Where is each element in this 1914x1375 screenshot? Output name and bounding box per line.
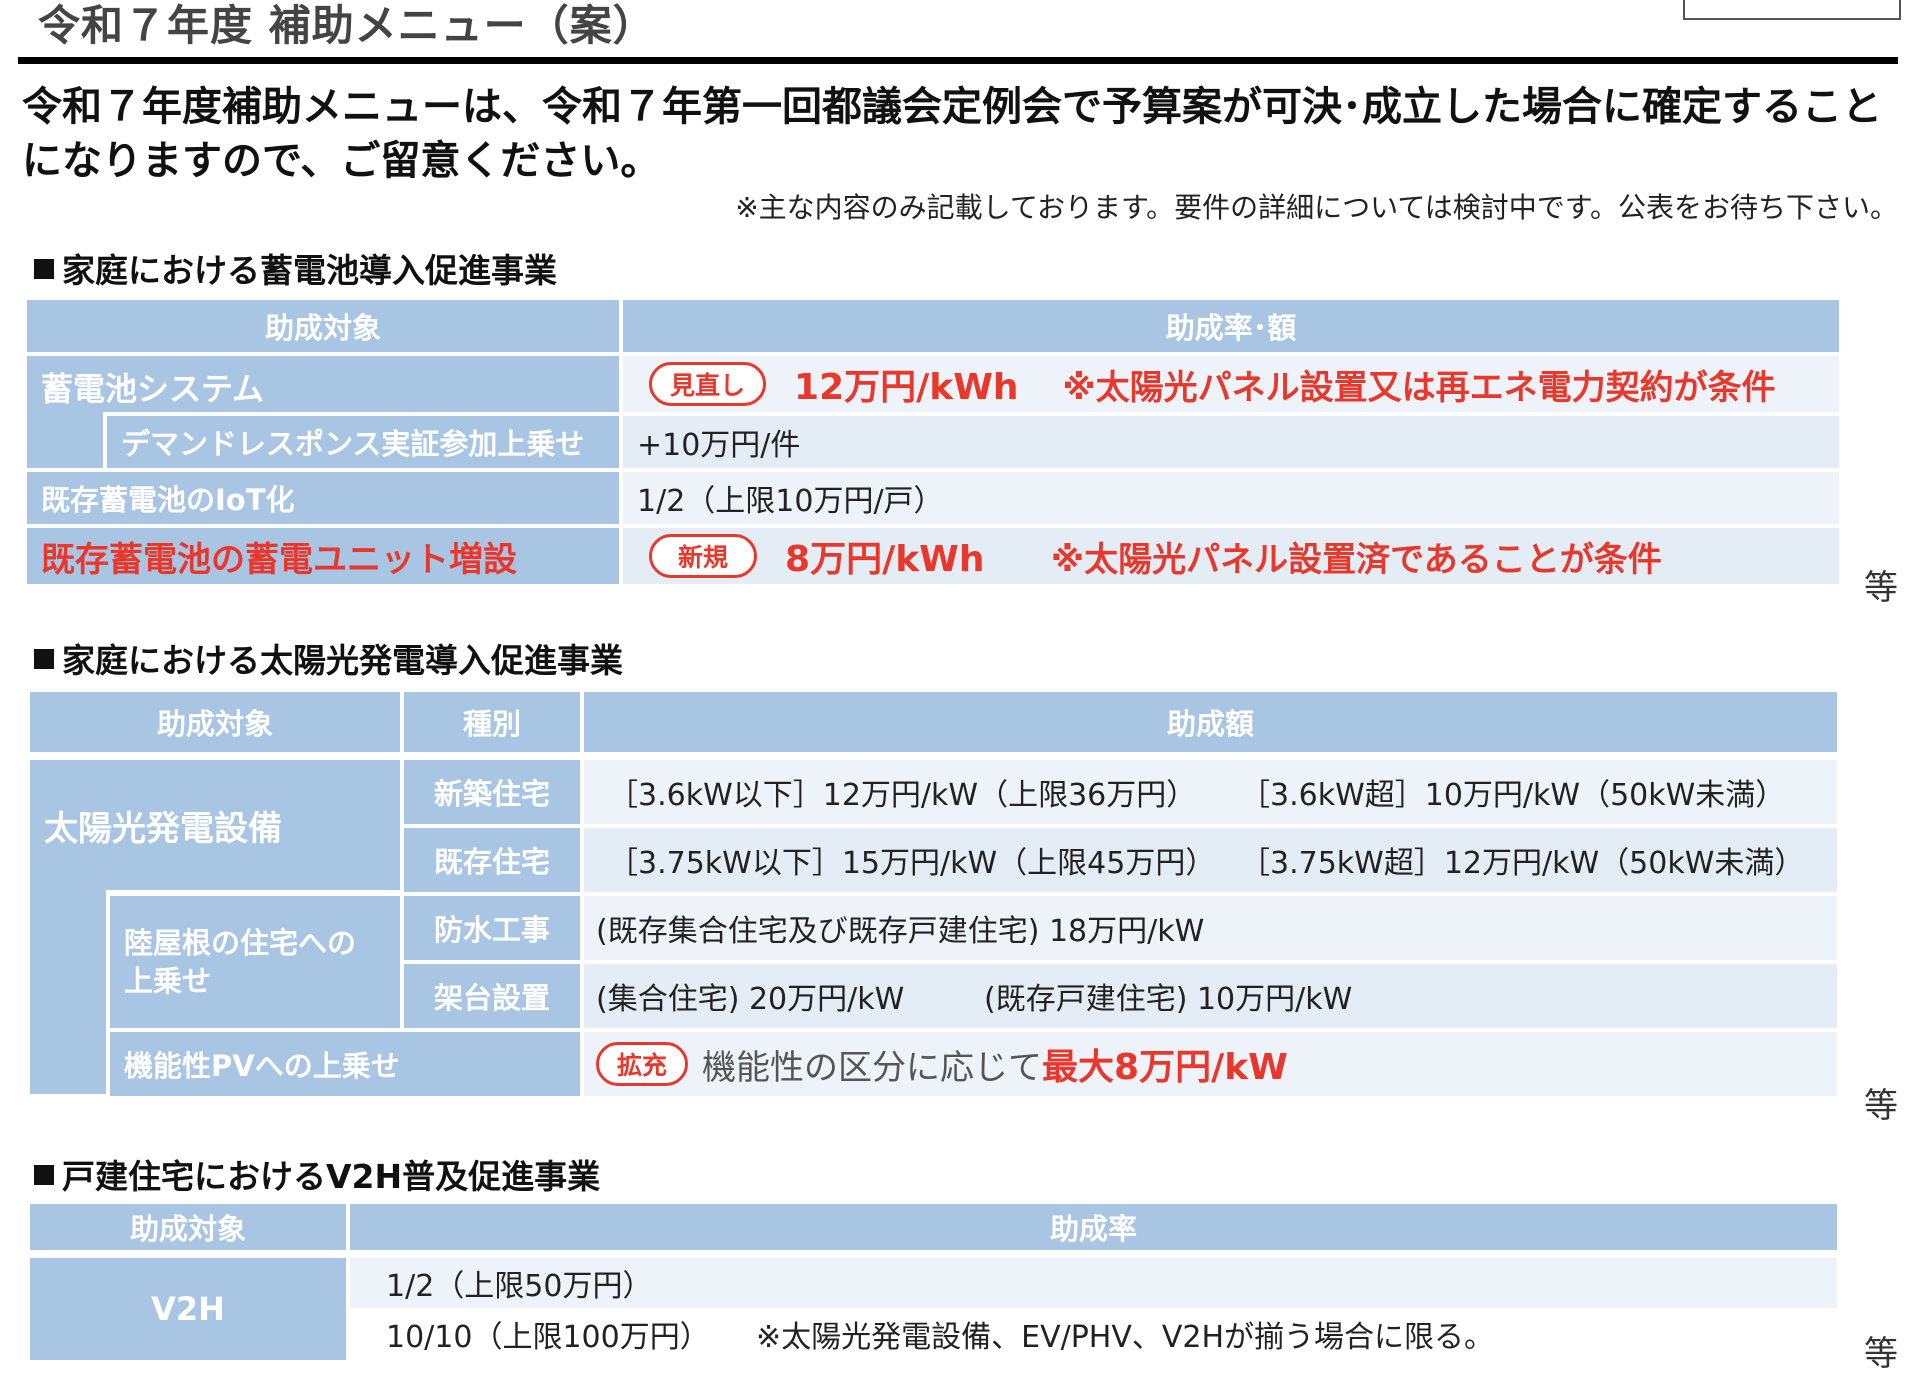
iot-label: 既存蓄電池のIoT化 xyxy=(27,472,619,524)
v2h-condition: ※太陽光発電設備、EV/PHV、V2Hが揃う場合に限る。 xyxy=(756,1320,1495,1355)
header-target: 助成対象 xyxy=(27,300,619,352)
section-title-v2h: 戸建住宅におけるV2H普及促進事業 xyxy=(34,1150,600,1198)
battery-system-label-ext xyxy=(27,412,103,468)
corner-label-box xyxy=(1683,0,1901,20)
v2h-rate-line-2: 10/10（上限100万円） ※太陽光発電設備、EV/PHV、V2Hが揃う場合に… xyxy=(350,1308,1837,1360)
flat-roof-label-line-1: 陸屋根の住宅への xyxy=(124,926,357,960)
new-house-low: ［3.6kW以下］12万円/kW（上限36万円） xyxy=(608,778,1197,813)
unit-expansion-amount: 8万円/kWh xyxy=(785,539,985,580)
functional-pv-value: 拡充 機能性の区分に応じて 最大8万円/kW xyxy=(584,1032,1837,1096)
note-text: ※主な内容のみ記載しております。要件の詳細については検討中です。公表をお待ち下さ… xyxy=(735,191,1898,224)
functional-pv-amount: 最大8万円/kW xyxy=(1042,1047,1288,1088)
type-waterproof: 防水工事 xyxy=(404,896,580,960)
section-title-text: 戸建住宅におけるV2H普及促進事業 xyxy=(62,1157,601,1196)
iot-value: 1/2（上限10万円/戸） xyxy=(623,472,1839,524)
new-house-high: ［3.6kW超］10万円/kW（50kW未満） xyxy=(1240,778,1786,813)
functional-pv-text: 機能性の区分に応じて xyxy=(702,1047,1043,1088)
v2h-rate-line-1: 1/2（上限50万円） xyxy=(350,1258,1837,1308)
header-target: 助成対象 xyxy=(30,1204,346,1250)
battery-system-value: 見直し 12万円/kWh ※太陽光パネル設置又は再エネ電力契約が条件 xyxy=(623,356,1839,412)
solar-main-label: 太陽光発電設備 xyxy=(30,760,400,890)
mount-detached: (既存戸建住宅) 10万円/kW xyxy=(984,982,1353,1017)
battery-system-amount: 12万円/kWh xyxy=(794,367,1019,408)
header-amount: 助成額 xyxy=(584,692,1837,752)
flat-roof-label: 陸屋根の住宅への 上乗せ xyxy=(110,896,400,1028)
unit-expansion-value: 新規 8万円/kWh ※太陽光パネル設置済であることが条件 xyxy=(623,528,1839,584)
battery-system-label: 蓄電池システム xyxy=(27,356,619,412)
new-badge: 新規 xyxy=(649,534,758,578)
flat-roof-label-line-2: 上乗せ xyxy=(124,964,212,998)
square-bullet-icon xyxy=(34,259,54,279)
etc-solar: 等 xyxy=(1864,1086,1898,1126)
v2h-full-subsidy: 10/10（上限100万円） xyxy=(386,1320,710,1355)
header-target: 助成対象 xyxy=(30,692,400,752)
etc-v2h: 等 xyxy=(1864,1334,1898,1374)
title-divider xyxy=(18,57,1898,64)
mount-value: (集合住宅) 20万円/kW (既存戸建住宅) 10万円/kW xyxy=(584,964,1837,1028)
existing-house-low: ［3.75kW以下］15万円/kW（上限45万円） xyxy=(608,846,1216,881)
type-existing-house: 既存住宅 xyxy=(404,828,580,892)
intro-text: 令和７年度補助メニューは、令和７年第一回都議会定例会で予算案が可決･成立した場合… xyxy=(22,80,1882,188)
demand-response-label: デマンドレスポンス実証参加上乗せ xyxy=(107,416,619,468)
waterproof-value: (既存集合住宅及び既存戸建住宅) 18万円/kW xyxy=(584,896,1837,960)
demand-response-value: +10万円/件 xyxy=(623,416,1839,468)
battery-system-condition: ※太陽光パネル設置又は再エネ電力契約が条件 xyxy=(1062,367,1776,408)
v2h-label: V2H xyxy=(30,1258,346,1360)
unit-expansion-label: 既存蓄電池の蓄電ユニット増設 xyxy=(27,528,619,584)
section-title-text: 家庭における太陽光発電導入促進事業 xyxy=(62,641,623,680)
square-bullet-icon xyxy=(34,649,54,669)
solar-main-label-ext xyxy=(30,890,106,1094)
header-rate: 助成率･額 xyxy=(623,300,1839,352)
revision-badge: 見直し xyxy=(649,362,767,406)
intro-line-1: 令和７年度補助メニューは、令和７年第一回都議会定例会で予算案が可決･成立した場合… xyxy=(22,84,1882,130)
section-title-text: 家庭における蓄電池導入促進事業 xyxy=(62,251,557,290)
type-mount: 架台設置 xyxy=(404,964,580,1028)
square-bullet-icon xyxy=(34,1165,54,1185)
type-new-house: 新築住宅 xyxy=(404,760,580,824)
mount-collective: (集合住宅) 20万円/kW xyxy=(596,982,905,1017)
new-house-value: ［3.6kW以下］12万円/kW（上限36万円） ［3.6kW超］10万円/kW… xyxy=(584,760,1837,824)
existing-house-value: ［3.75kW以下］15万円/kW（上限45万円） ［3.75kW超］12万円/… xyxy=(584,828,1837,892)
expansion-badge: 拡充 xyxy=(596,1042,689,1086)
header-type: 種別 xyxy=(404,692,580,752)
header-rate: 助成率 xyxy=(350,1204,1837,1250)
etc-battery: 等 xyxy=(1864,568,1898,608)
section-title-battery: 家庭における蓄電池導入促進事業 xyxy=(34,244,557,292)
unit-expansion-condition: ※太陽光パネル設置済であることが条件 xyxy=(1051,539,1662,580)
page-title: 令和７年度 補助メニュー（案） xyxy=(38,1,656,50)
intro-line-2: になりますので、ご留意ください。 xyxy=(22,138,661,184)
functional-pv-label: 機能性PVへの上乗せ xyxy=(110,1032,580,1096)
existing-house-high: ［3.75kW超］12万円/kW（50kW未満） xyxy=(1240,846,1805,881)
section-title-solar: 家庭における太陽光発電導入促進事業 xyxy=(34,634,623,682)
